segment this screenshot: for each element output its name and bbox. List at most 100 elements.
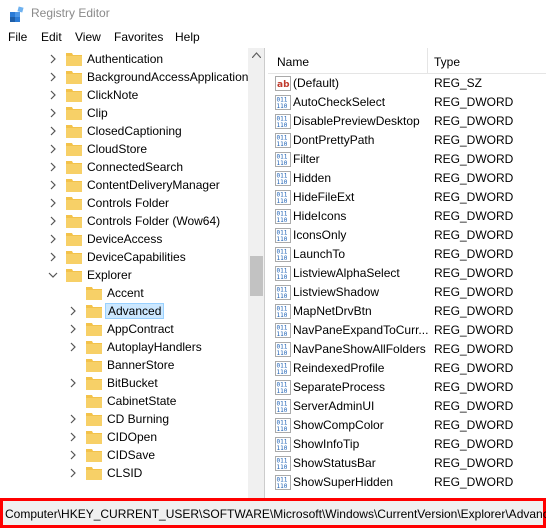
tree-item[interactable]: AutoplayHandlers [0,338,248,356]
chevron-right-icon[interactable] [48,143,58,155]
chevron-right-icon[interactable] [48,233,58,245]
scroll-up-icon[interactable] [252,52,261,58]
list-header: Name Type [268,48,546,74]
list-item[interactable]: ab (Default) REG_SZ [268,74,546,93]
value-type: REG_DWORD [434,152,514,166]
menu-file[interactable]: File [8,30,27,44]
values-list[interactable]: Name Type ab (Default) REG_SZ 011 110 AutoChe… [268,48,546,498]
binary-value-icon: 011110 [275,361,291,376]
chevron-right-icon[interactable] [68,449,78,461]
tree-item[interactable]: BannerStore [0,356,248,374]
list-item[interactable]: 011 110 DisablePreviewDesktop REG_DWORD [268,112,546,131]
list-item[interactable]: 011 110 AutoCheckSelect REG_DWORD [268,93,546,112]
menu-edit[interactable]: Edit [41,30,62,44]
tree-item[interactable]: Explorer [0,266,248,284]
list-item[interactable]: 011 110 SeparateProcess REG_DWORD [268,378,546,397]
list-item[interactable]: 011 110 NavPaneExpandToCurr... REG_DWORD [268,321,546,340]
tree-item[interactable]: CloudStore [0,140,248,158]
string-value-icon: ab [275,76,291,91]
list-item[interactable]: 011 110 HideIcons REG_DWORD [268,207,546,226]
menu-view[interactable]: View [75,30,101,44]
value-type: REG_DWORD [434,456,514,470]
list-item[interactable]: 011 110 ShowCompColor REG_DWORD [268,416,546,435]
list-item[interactable]: 011 110 ServerAdminUI REG_DWORD [268,397,546,416]
chevron-right-icon[interactable] [48,197,58,209]
tree-item[interactable]: DeviceAccess [0,230,248,248]
tree-item[interactable]: Controls Folder [0,194,248,212]
list-item[interactable]: 011 110 ShowStatusBar REG_DWORD [268,454,546,473]
folder-icon [66,125,82,138]
list-item[interactable]: 011 110 HideFileExt REG_DWORD [268,188,546,207]
list-item[interactable]: 011 110 ShowInfoTip REG_DWORD [268,435,546,454]
svg-text:110: 110 [277,179,288,186]
tree-item[interactable]: Controls Folder (Wow64) [0,212,248,230]
menu-favorites[interactable]: Favorites [114,30,163,44]
list-item[interactable]: 011 110 Filter REG_DWORD [268,150,546,169]
column-header-type[interactable]: Type [434,55,460,69]
tree-vertical-scrollbar[interactable] [248,48,264,498]
column-header-name[interactable]: Name [277,55,309,69]
column-divider[interactable] [427,48,428,74]
tree-item[interactable]: Accent [0,284,248,302]
chevron-right-icon[interactable] [48,215,58,227]
tree-item[interactable]: Authentication [0,50,248,68]
value-type: REG_DWORD [434,342,514,356]
svg-text:110: 110 [277,369,288,376]
chevron-right-icon[interactable] [68,431,78,443]
list-item[interactable]: 011 110 IconsOnly REG_DWORD [268,226,546,245]
value-type: REG_DWORD [434,266,514,280]
tree-item[interactable]: ClickNote [0,86,248,104]
chevron-right-icon[interactable] [48,89,58,101]
chevron-right-icon[interactable] [48,71,58,83]
tree-scroll-thumb[interactable] [250,256,263,296]
list-item[interactable]: 011 110 ListviewAlphaSelect REG_DWORD [268,264,546,283]
chevron-right-icon[interactable] [68,305,78,317]
tree-item[interactable]: AppContract [0,320,248,338]
chevron-right-icon[interactable] [48,53,58,65]
tree-item[interactable]: DeviceCapabilities [0,248,248,266]
value-type: REG_DWORD [434,304,514,318]
chevron-right-icon[interactable] [68,323,78,335]
value-name: DisablePreviewDesktop [293,114,420,128]
address-bar[interactable]: Computer\HKEY_CURRENT_USER\SOFTWARE\Micr… [0,498,546,528]
tree-item[interactable]: Advanced [0,302,248,320]
tree-item[interactable]: CabinetState [0,392,248,410]
chevron-right-icon[interactable] [68,341,78,353]
key-tree[interactable]: Authentication BackgroundAccessApplicatio… [0,48,265,498]
binary-value-icon: 011110 [275,171,291,186]
value-type: REG_DWORD [434,247,514,261]
chevron-right-icon[interactable] [48,125,58,137]
list-item[interactable]: 011 110 ListviewShadow REG_DWORD [268,283,546,302]
tree-item[interactable]: ClosedCaptioning [0,122,248,140]
chevron-right-icon[interactable] [48,161,58,173]
tree-item-label: Accent [107,286,144,300]
list-item[interactable]: 011 110 ShowSuperHidden REG_DWORD [268,473,546,492]
list-item[interactable]: 011 110 DontPrettyPath REG_DWORD [268,131,546,150]
list-item[interactable]: 011 110 LaunchTo REG_DWORD [268,245,546,264]
chevron-right-icon[interactable] [48,179,58,191]
tree-item[interactable]: BitBucket [0,374,248,392]
tree-item[interactable]: CIDSave [0,446,248,464]
chevron-right-icon[interactable] [68,467,78,479]
list-item[interactable]: 011 110 MapNetDrvBtn REG_DWORD [268,302,546,321]
folder-icon [86,305,102,318]
chevron-right-icon[interactable] [48,107,58,119]
tree-item[interactable]: ContentDeliveryManager [0,176,248,194]
tree-item[interactable]: BackgroundAccessApplication [0,68,248,86]
tree-item[interactable]: ConnectedSearch [0,158,248,176]
chevron-right-icon[interactable] [48,251,58,263]
menu-help[interactable]: Help [175,30,200,44]
tree-item[interactable]: CD Burning [0,410,248,428]
value-name: NavPaneExpandToCurr... [293,323,429,337]
list-item[interactable]: 011 110 Hidden REG_DWORD [268,169,546,188]
chevron-right-icon[interactable] [68,413,78,425]
chevron-right-icon[interactable] [68,377,78,389]
tree-item[interactable]: CLSID [0,464,248,482]
list-item[interactable]: 011 110 ReindexedProfile REG_DWORD [268,359,546,378]
tree-item[interactable]: Clip [0,104,248,122]
chevron-down-icon[interactable] [48,269,58,281]
value-name: LaunchTo [293,247,346,261]
list-item[interactable]: 011 110 NavPaneShowAllFolders REG_DWORD [268,340,546,359]
tree-item[interactable]: CIDOpen [0,428,248,446]
tree-item-label: CD Burning [107,412,170,426]
